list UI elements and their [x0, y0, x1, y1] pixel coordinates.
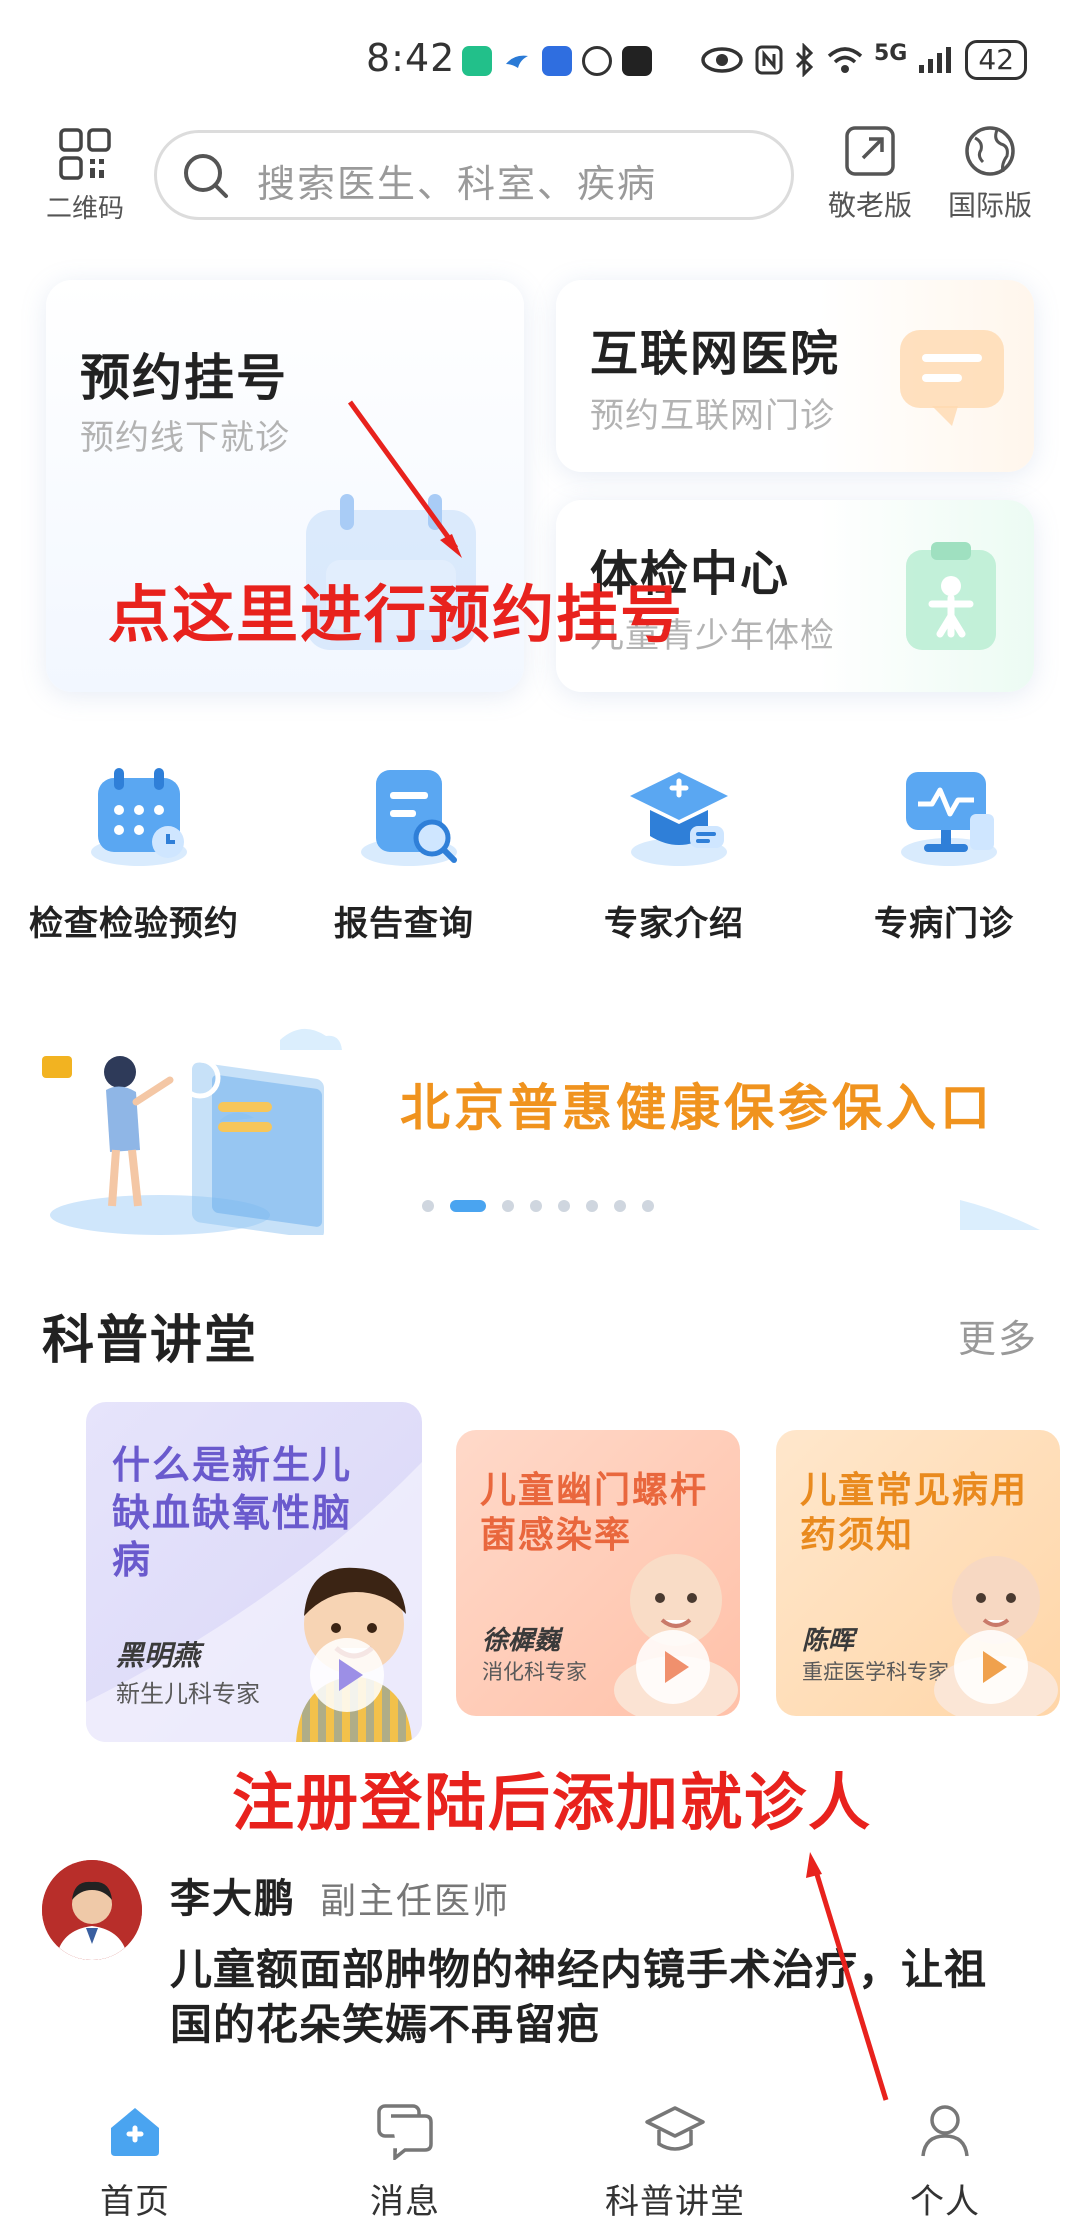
app-notification-icon [462, 46, 492, 76]
appointment-title: 预约挂号 [80, 349, 288, 407]
play-button[interactable] [310, 1638, 384, 1712]
carousel-dot [586, 1200, 598, 1212]
lecture-doctor-role: 消化科专家 [482, 1660, 587, 1684]
quick-link-specialty-clinic[interactable]: 专病门诊 [824, 760, 1064, 960]
lecture-doctor-name: 黑明燕 [116, 1639, 201, 1672]
lecture-card[interactable]: 儿童常见病用药须知 陈晖 重症医学科专家 [776, 1430, 1060, 1716]
carousel-dot [422, 1200, 434, 1212]
status-time: 8:42 [366, 36, 456, 80]
article-headline[interactable]: 儿童额面部肿物的神经内镜手术治疗，让祖国的花朵笑嫣不再留疤 [170, 1942, 1010, 2053]
calendar-icon [84, 760, 194, 870]
quick-link-label: 报告查询 [334, 904, 474, 944]
lecture-doctor-name: 徐樨巍 [482, 1626, 561, 1656]
network-type: 5G [874, 40, 908, 66]
qr-code-icon [59, 128, 111, 180]
banner-illustration [42, 1028, 342, 1235]
search-placeholder: 搜索医生、科室、疾病 [257, 162, 658, 206]
nav-label: 首页 [100, 2182, 170, 2222]
report-search-icon [354, 760, 464, 870]
lecture-card[interactable]: 什么是新生儿缺血缺氧性脑病 黑明燕 新生儿科专家 [86, 1402, 422, 1742]
graduation-cap-icon [624, 760, 734, 870]
wifi-icon [827, 47, 863, 73]
carousel-dot-active [450, 1200, 486, 1212]
carousel-dot [530, 1200, 542, 1212]
carousel-dot [558, 1200, 570, 1212]
bottom-navigation: 首页 消息 科普讲堂 个人 [0, 2082, 1080, 2228]
search-input[interactable]: 搜索医生、科室、疾病 [154, 130, 794, 220]
lecture-doctor-role: 新生儿科专家 [116, 1680, 260, 1708]
nav-label: 个人 [910, 2182, 980, 2222]
qr-code-button[interactable]: 二维码 [30, 120, 140, 230]
lecture-section-title: 科普讲堂 [42, 1311, 259, 1371]
graduation-cap-icon [645, 2106, 705, 2151]
avatar [42, 1860, 142, 1960]
quick-link-exam-booking[interactable]: 检查检验预约 [14, 760, 254, 960]
carousel-dot [502, 1200, 514, 1212]
banner-title: 北京普惠健康保参保入口 [400, 1079, 994, 1137]
app-notification-icon [542, 46, 572, 76]
lecture-doctor-name: 陈晖 [802, 1626, 855, 1656]
battery-level: 42 [978, 43, 1015, 76]
nav-lectures[interactable]: 科普讲堂 [540, 2082, 810, 2228]
quick-link-label: 专病门诊 [874, 904, 1014, 944]
annotation-appointment-hint: 点这里进行预约挂号 [108, 578, 685, 651]
status-indicators: 5G 42 [700, 40, 1028, 80]
international-version-label: 国际版 [947, 189, 1032, 222]
home-icon [111, 2108, 159, 2156]
internet-hospital-subtitle: 预约互联网门诊 [590, 396, 835, 436]
message-icon [377, 2104, 433, 2160]
lecture-more-link[interactable]: 更多 [958, 1308, 1038, 1363]
bird-icon [502, 46, 532, 76]
promo-banner[interactable]: 北京普惠健康保参保入口 [0, 1000, 1080, 1240]
globe-icon [965, 126, 1015, 176]
battery-indicator: 42 [965, 40, 1028, 80]
clipboard-person-icon [906, 542, 996, 650]
quick-link-report-query[interactable]: 报告查询 [284, 760, 524, 960]
chat-bubble-icon [900, 330, 1004, 426]
lecture-card[interactable]: 儿童幽门螺杆菌感染率 徐樨巍 消化科专家 [456, 1430, 740, 1716]
status-bar: 8:42 5G 42 [0, 0, 1080, 120]
internet-hospital-card[interactable]: 互联网医院 预约互联网门诊 [556, 280, 1034, 472]
carousel-dot [642, 1200, 654, 1212]
app-notification-icon [622, 46, 652, 76]
nav-profile[interactable]: 个人 [810, 2082, 1080, 2228]
carousel-dot [614, 1200, 626, 1212]
nav-home[interactable]: 首页 [0, 2082, 270, 2228]
appointment-subtitle: 预约线下就诊 [80, 418, 290, 458]
nfc-icon [755, 45, 783, 75]
play-button[interactable] [636, 1630, 710, 1704]
search-icon [184, 154, 228, 198]
doctor-name: 李大鹏 [170, 1876, 296, 1922]
external-link-icon [845, 126, 895, 176]
international-version-button[interactable]: 国际版 [935, 120, 1045, 230]
internet-hospital-title: 互联网医院 [590, 326, 841, 382]
decorative-shape [960, 1200, 1040, 1230]
eye-icon [701, 47, 743, 73]
quick-link-label: 专家介绍 [604, 904, 744, 944]
doctor-title: 副主任医师 [320, 1881, 511, 1922]
qr-code-label: 二维码 [45, 194, 124, 224]
elder-mode-label: 敬老版 [827, 189, 912, 222]
quick-link-expert-intro[interactable]: 专家介绍 [554, 760, 794, 960]
bluetooth-icon [795, 43, 814, 77]
person-icon [921, 2105, 969, 2157]
carousel-indicator [422, 1200, 654, 1212]
nav-messages[interactable]: 消息 [270, 2082, 540, 2228]
elder-mode-button[interactable]: 敬老版 [815, 120, 925, 230]
signal-icon [919, 47, 952, 73]
sf-express-icon [582, 46, 612, 76]
play-button[interactable] [954, 1630, 1028, 1704]
monitor-chart-icon [894, 760, 1004, 870]
nav-label: 科普讲堂 [605, 2182, 745, 2222]
nav-label: 消息 [370, 2182, 440, 2222]
quick-link-label: 检查检验预约 [29, 904, 239, 944]
annotation-register-hint: 注册登陆后添加就诊人 [232, 1766, 873, 1839]
